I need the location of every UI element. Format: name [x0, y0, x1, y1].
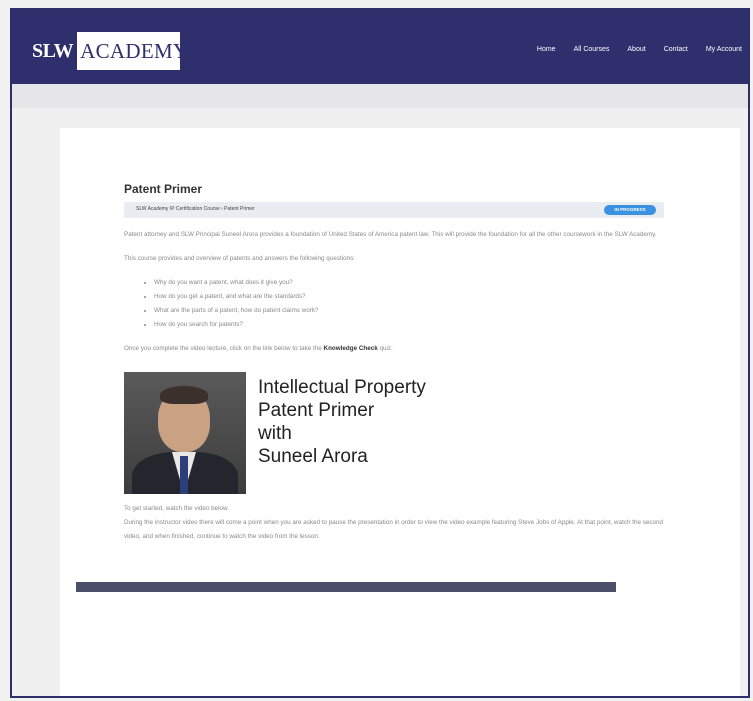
- top-navbar: SLW ACADEMY Home All Courses About Conta…: [12, 10, 748, 84]
- list-item: What are the parts of a patent, how do p…: [154, 304, 664, 318]
- banner-line: Patent Primer: [258, 400, 375, 421]
- banner-title: Intellectual Property Patent Primer with…: [258, 376, 426, 468]
- breadcrumb-text[interactable]: SLW Academy IP Certification Course › Pa…: [136, 206, 255, 212]
- get-started-line: To get started, watch the video below.: [124, 505, 230, 512]
- quiz-instructions: Once you complete the video lecture, cli…: [124, 342, 664, 356]
- instructor-photo: [124, 372, 246, 494]
- nav-my-account[interactable]: My Account: [706, 46, 742, 53]
- question-list: Why do you want a patent, what does it g…: [124, 276, 664, 332]
- hair-shape: [160, 386, 208, 404]
- knowledge-check-link[interactable]: Knowledge Check: [324, 345, 378, 352]
- quiz-text-before: Once you complete the video lecture, cli…: [124, 345, 324, 352]
- course-intro: Patent attorney and SLW Principal Suneel…: [124, 231, 657, 238]
- status-badge: IN PROGRESS: [604, 205, 656, 215]
- course-content: Patent Primer SLW Academy IP Certificati…: [124, 182, 664, 544]
- list-item: How do you search for patents?: [154, 318, 664, 332]
- course-banner: Intellectual Property Patent Primer with…: [124, 372, 664, 494]
- nav-contact[interactable]: Contact: [664, 46, 688, 53]
- browser-frame: SLW ACADEMY Home All Courses About Conta…: [10, 8, 750, 698]
- list-item: How do you get a patent, and what are th…: [154, 290, 664, 304]
- video-instructions: During the instructor video there will c…: [124, 519, 664, 540]
- page-title: Patent Primer: [124, 182, 203, 196]
- course-card: Patent Primer SLW Academy IP Certificati…: [60, 128, 740, 696]
- nav-all-courses[interactable]: All Courses: [574, 46, 610, 53]
- banner-line: Suneel Arora: [258, 446, 368, 467]
- get-started-text: To get started, watch the video below. Du…: [124, 502, 664, 544]
- logo-academy-text: ACADEMY: [80, 38, 180, 63]
- sub-header-bar: [12, 84, 748, 108]
- tie-shape: [180, 456, 188, 494]
- main-nav: Home All Courses About Contact My Accoun…: [519, 46, 742, 53]
- nav-home[interactable]: Home: [537, 46, 556, 53]
- banner-line: with: [258, 423, 292, 444]
- video-player[interactable]: [76, 582, 616, 592]
- logo-slw-text: SLW: [28, 32, 78, 70]
- breadcrumb: SLW Academy IP Certification Course › Pa…: [124, 202, 664, 218]
- list-item: Why do you want a patent, what does it g…: [154, 276, 664, 290]
- nav-about[interactable]: About: [627, 46, 645, 53]
- course-overview: This course provides and overview of pat…: [124, 255, 356, 262]
- banner-line: Intellectual Property: [258, 377, 426, 398]
- site-logo[interactable]: SLW ACADEMY: [28, 32, 180, 70]
- quiz-text-after: quiz.: [377, 345, 393, 352]
